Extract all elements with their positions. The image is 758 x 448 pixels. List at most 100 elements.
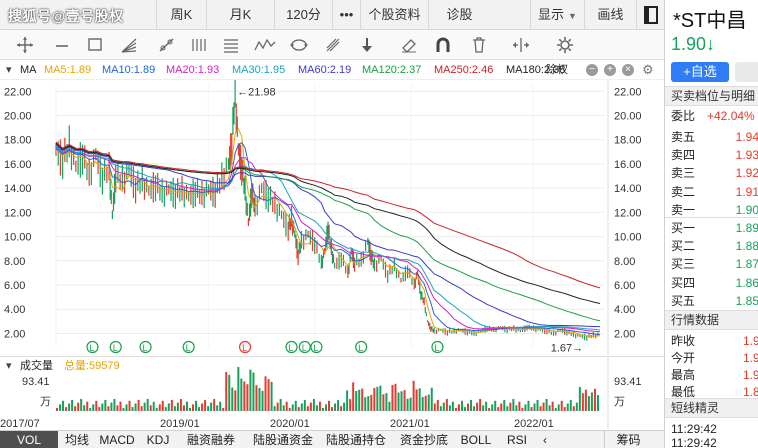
display-menu[interactable]: 显示 ▼ — [530, 0, 584, 30]
quote-row: 今开 1.9 — [665, 349, 758, 367]
tab-macd[interactable]: MACD — [94, 431, 140, 448]
settings-icon[interactable] — [554, 35, 576, 55]
volume-bar — [557, 404, 560, 411]
more-tabs-icon[interactable]: ‹ — [538, 431, 552, 448]
tab-margin[interactable]: 融资融券 — [176, 431, 246, 448]
tab-boll[interactable]: BOLL — [456, 431, 496, 448]
order-price: 1.93 — [735, 148, 758, 163]
volume-bar — [128, 400, 131, 411]
volume-bar — [584, 389, 587, 411]
tab-diagnosis[interactable]: 诊股 — [428, 0, 490, 30]
volume-bar — [451, 401, 454, 411]
volume-bar — [95, 400, 98, 411]
tab-week-k[interactable]: 周K — [156, 0, 206, 30]
volume-chart[interactable]: 93.41 93.41万 万2017/07 2019/01 2020/01 2021/01… — [0, 357, 664, 429]
volume-bar — [267, 379, 270, 411]
volume-bar — [358, 389, 361, 411]
gear-icon[interactable]: ⚙ — [642, 60, 654, 80]
volume-bar — [364, 397, 367, 411]
volume-bar — [249, 369, 252, 411]
parallel-icon[interactable] — [188, 35, 210, 55]
quote-panel: *ST中昌 1.90↓ +自选 买卖档位与明细 委比 +42.04% 卖五 1.9… — [664, 0, 758, 448]
volume-bar — [415, 389, 418, 411]
tab-vol[interactable]: VOL — [0, 431, 58, 448]
tab-120min[interactable]: 120分 — [274, 0, 332, 30]
order-label: 买四 — [671, 275, 696, 290]
order-row: 卖四 1.93 — [665, 146, 758, 164]
tab-hk-flow[interactable]: 陆股通资金 — [246, 431, 320, 448]
volume-bar — [195, 400, 198, 411]
volume-bar — [367, 396, 370, 411]
rect-icon[interactable] — [84, 35, 106, 55]
price-chart[interactable]: 22.00 22.00 20.00 20.00 18.00 18.00 16.00 16.00… — [0, 80, 664, 355]
y-tick-left: 4.00 — [4, 304, 25, 316]
tab-ma[interactable]: 均线 — [60, 431, 94, 448]
close-indicator-button[interactable]: × — [622, 64, 634, 76]
split-icon[interactable] — [510, 35, 532, 55]
quote-value: 1.9 — [743, 368, 758, 382]
zoom-in-button[interactable]: + — [604, 64, 616, 76]
adjust-mode[interactable]: 除权 — [546, 60, 568, 80]
y-tick-right: 4.00 — [614, 304, 635, 316]
volume-bar — [270, 381, 273, 411]
wave-icon[interactable] — [254, 35, 276, 55]
order-label: 卖五 — [671, 130, 696, 144]
order-label: 买三 — [671, 257, 696, 272]
add-watchlist-button[interactable]: +自选 — [671, 62, 729, 82]
volume-bar — [403, 390, 406, 411]
volume-bar — [324, 404, 327, 411]
fib-icon[interactable] — [220, 35, 242, 55]
tab-month-k[interactable]: 月K — [206, 0, 274, 30]
arrow-down-icon[interactable] — [356, 35, 378, 55]
ma-label: MA — [20, 64, 37, 76]
svg-text:L: L — [289, 343, 294, 353]
volume-bar — [204, 399, 207, 411]
volume-bar — [303, 399, 306, 411]
order-price: 1.89 — [735, 221, 758, 235]
volume-bar — [83, 405, 86, 411]
tab-bottom-fishing[interactable]: 资金抄底 — [392, 431, 456, 448]
crosshair-icon[interactable] — [14, 35, 36, 55]
zoom-out-button[interactable]: − — [586, 64, 598, 76]
svg-text:L: L — [302, 343, 307, 353]
draw-line-button[interactable]: 画线 — [584, 0, 636, 30]
volume-bar — [188, 408, 191, 411]
volume-bar — [473, 406, 476, 411]
stock-name: *ST中昌 — [673, 10, 747, 32]
volume-bar — [92, 404, 95, 411]
collapse-icon[interactable]: ▾ — [6, 60, 12, 80]
magnet-icon[interactable] — [432, 35, 454, 55]
quote-title: 行情数据 — [665, 310, 758, 330]
gann-icon[interactable] — [322, 35, 344, 55]
volume-bar — [388, 401, 391, 411]
y-tick-left: 22.00 — [4, 86, 32, 98]
volume-bar — [146, 399, 149, 411]
tab-stock-info[interactable]: 个股资料 — [360, 0, 428, 30]
volume-bar — [352, 382, 355, 411]
volume-bar — [554, 408, 557, 411]
news-time-2[interactable]: 11:29:42 — [665, 434, 758, 448]
y-tick-left: 20.00 — [4, 110, 32, 122]
cycle-icon[interactable] — [288, 35, 310, 55]
volume-bar — [68, 403, 71, 411]
tab-chips[interactable]: 筹码 — [604, 431, 652, 448]
volume-bar — [119, 401, 122, 411]
volume-bar — [86, 401, 89, 411]
tab-rsi[interactable]: RSI — [500, 431, 534, 448]
trash-icon[interactable] — [468, 35, 490, 55]
event-marker: L — [285, 340, 298, 354]
display-menu-label: 显示 — [538, 7, 565, 22]
volume-bar — [467, 403, 470, 411]
weibi-value: +42.04% — [707, 109, 755, 123]
pencil-line-icon[interactable] — [156, 35, 178, 55]
tab-hk-holding[interactable]: 陆股通持仓 — [320, 431, 392, 448]
more-tabs-button[interactable]: ••• — [332, 0, 360, 30]
eraser-icon[interactable] — [398, 35, 420, 55]
indicator-tabs: VOL 均线 MACD KDJ 融资融券 陆股通资金 陆股通持仓 资金抄底 BO… — [0, 430, 664, 448]
panel-toggle-button[interactable] — [636, 0, 664, 30]
y-tick-right: 6.00 — [614, 280, 635, 292]
more-actions-button[interactable] — [735, 62, 758, 82]
line-icon[interactable] — [52, 35, 74, 55]
fan-icon[interactable] — [118, 35, 140, 55]
tab-kdj[interactable]: KDJ — [140, 431, 176, 448]
